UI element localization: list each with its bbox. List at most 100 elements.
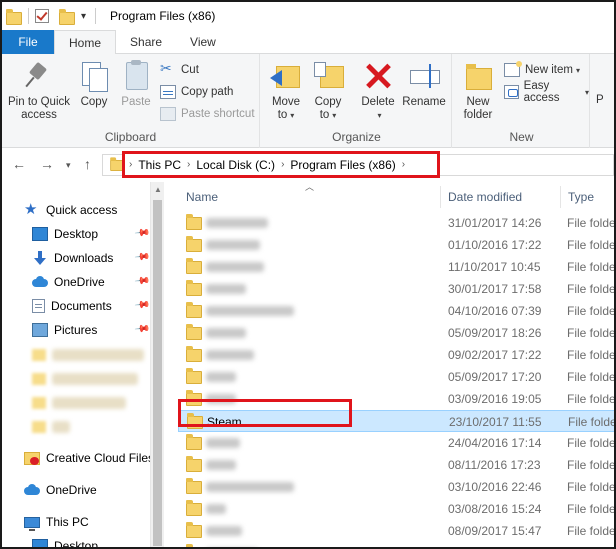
up-icon[interactable]: ↑ — [84, 156, 91, 172]
table-row[interactable]: 03/10/2016 22:46 File folder — [178, 476, 614, 498]
file-name-redacted — [206, 240, 260, 250]
file-type: File folder — [567, 260, 614, 274]
sidebar-item-onedrive-quick[interactable]: OneDrive — [32, 271, 105, 293]
date-modified: 30/01/2017 17:58 — [448, 282, 542, 296]
cut-button[interactable]: Cut — [160, 60, 199, 80]
sidebar-item-creative-cloud[interactable]: Creative Cloud Files — [24, 447, 154, 469]
file-type: File folder — [567, 304, 614, 318]
sidebar-item-blurred[interactable] — [52, 373, 138, 385]
file-type: File folder — [567, 524, 614, 538]
new-item-button[interactable]: New item ▾ — [504, 60, 580, 80]
scroll-up-icon[interactable]: ▲ — [154, 185, 162, 194]
crumb-local-disk[interactable]: Local Disk (C:) — [196, 158, 275, 172]
file-type: File folder — [567, 458, 614, 472]
tab-file[interactable]: File — [2, 30, 54, 54]
copy-button[interactable]: Copy — [74, 60, 114, 109]
date-modified: 23/10/2017 11:55 — [449, 415, 542, 429]
table-row[interactable]: 01/10/2016 17:22 File folder — [178, 234, 614, 256]
column-header-type[interactable]: Type — [568, 190, 594, 206]
table-row[interactable]: 24/04/2016 17:14 File folder — [178, 432, 614, 454]
breadcrumb[interactable]: › This PC › Local Disk (C:) › Program Fi… — [122, 151, 440, 178]
table-row[interactable]: 05/09/2017 18:25 File folder — [178, 542, 614, 547]
sidebar-item-blurred[interactable] — [52, 397, 126, 409]
paste-button[interactable]: Paste — [116, 60, 156, 109]
properties-button-partial[interactable]: P — [596, 94, 614, 107]
file-type: File folder — [567, 348, 614, 362]
navigation-pane-scrollbar[interactable]: ▲ — [150, 182, 164, 547]
table-row[interactable]: 31/01/2017 14:26 File folder — [178, 212, 614, 234]
table-row[interactable]: 04/10/2016 07:39 File folder — [178, 300, 614, 322]
rename-button[interactable]: Rename — [400, 60, 448, 109]
downloads-icon — [32, 251, 48, 265]
new-folder-button[interactable]: New folder — [458, 60, 498, 122]
new-item-icon — [504, 61, 522, 77]
file-name-redacted — [206, 438, 240, 448]
column-header-name[interactable]: Name — [186, 190, 218, 206]
sidebar-item-blurred[interactable] — [52, 349, 144, 361]
sidebar-item-pictures[interactable]: Pictures — [32, 319, 97, 341]
move-to-icon — [270, 60, 302, 92]
file-name-redacted — [206, 526, 242, 536]
scrollbar-thumb[interactable] — [153, 200, 162, 546]
new-folder-icon[interactable] — [59, 8, 75, 25]
table-row[interactable]: 05/09/2017 18:26 File folder — [178, 322, 614, 344]
column-divider[interactable] — [560, 186, 561, 208]
divider — [95, 8, 96, 24]
crumb-program-files[interactable]: Program Files (x86) — [290, 158, 395, 172]
table-row[interactable]: 30/01/2017 17:58 File folder — [178, 278, 614, 300]
table-row[interactable]: 03/08/2016 15:24 File folder — [178, 498, 614, 520]
file-name-redacted — [206, 262, 264, 272]
folder-icon — [6, 8, 22, 25]
date-modified: 03/09/2016 19:05 — [448, 392, 542, 406]
table-row[interactable]: 08/09/2017 15:47 File folder — [178, 520, 614, 542]
file-name-redacted — [206, 460, 236, 470]
folder-icon — [32, 421, 46, 433]
window-title: Program Files (x86) — [110, 9, 216, 23]
sidebar-item-downloads[interactable]: Downloads — [32, 247, 113, 269]
copy-path-button[interactable]: Copy path — [160, 82, 233, 102]
date-modified: 03/10/2016 22:46 — [448, 480, 542, 494]
tab-share[interactable]: Share — [116, 30, 176, 54]
new-group: New folder New item ▾ Easy access ▾ New — [454, 54, 590, 148]
back-icon[interactable]: ← — [12, 156, 26, 172]
folder-icon — [186, 324, 202, 340]
customize-toolbar-icon[interactable]: ▾ — [81, 11, 89, 22]
sidebar-item-onedrive[interactable]: OneDrive — [24, 479, 97, 501]
sidebar-item-desktop[interactable]: Desktop — [32, 223, 98, 245]
file-name-redacted — [206, 284, 246, 294]
forward-icon[interactable]: → — [40, 156, 54, 172]
easy-access-button[interactable]: Easy access ▾ — [504, 80, 589, 104]
column-divider[interactable] — [440, 186, 441, 208]
computer-icon — [24, 516, 40, 531]
easy-access-label: Easy access — [523, 80, 560, 104]
crumb-this-pc[interactable]: This PC — [138, 158, 181, 172]
recent-locations-icon[interactable]: ▾ — [66, 160, 71, 171]
date-modified: 31/01/2017 14:26 — [448, 216, 542, 230]
table-row[interactable]: 05/09/2017 17:20 File folder — [178, 366, 614, 388]
sidebar-item-documents[interactable]: Documents — [32, 295, 112, 317]
table-row[interactable]: 11/10/2017 10:45 File folder — [178, 256, 614, 278]
properties-icon[interactable] — [35, 9, 49, 23]
creative-cloud-folder-icon — [24, 451, 40, 465]
delete-button[interactable]: Delete ▾ — [358, 60, 398, 122]
folder-icon — [186, 368, 202, 384]
sidebar-label: Downloads — [54, 251, 114, 265]
dropdown-arrow-icon: ▾ — [584, 87, 589, 97]
sidebar-item-blurred[interactable] — [52, 421, 70, 433]
paste-shortcut-label: Paste shortcut — [181, 108, 255, 120]
sidebar-item-this-pc[interactable]: This PC — [24, 511, 89, 533]
move-to-button[interactable]: Move to ▾ — [266, 60, 306, 122]
table-row[interactable]: 08/11/2016 17:23 File folder — [178, 454, 614, 476]
pin-to-quick-access-button[interactable]: Pin to Quick access — [4, 60, 74, 122]
sidebar-item-quick-access[interactable]: Quick access — [24, 199, 117, 221]
sidebar-item-desktop-pc[interactable]: Desktop — [32, 535, 98, 547]
copy-to-button[interactable]: Copy to ▾ — [308, 60, 348, 122]
tab-view[interactable]: View — [176, 30, 230, 54]
properties-label-partial: P — [596, 94, 604, 106]
paste-shortcut-button[interactable]: Paste shortcut — [160, 104, 255, 124]
table-row[interactable]: 09/02/2017 17:22 File folder — [178, 344, 614, 366]
copy-path-label: Copy path — [181, 86, 234, 98]
column-header-date[interactable]: Date modified — [448, 190, 522, 206]
dropdown-arrow-icon: ▾ — [575, 65, 580, 75]
tab-home[interactable]: Home — [54, 30, 117, 55]
